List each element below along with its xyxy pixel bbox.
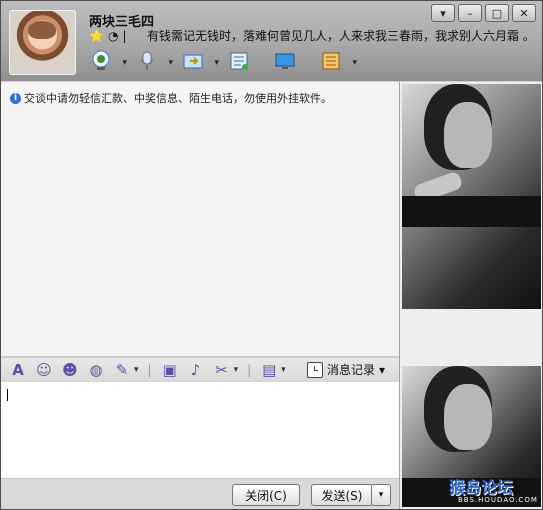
contact-avatar[interactable] [9,10,76,75]
contact-photo-top [402,84,541,309]
safety-notice-text: 交谈中请勿轻信汇款、中奖信息、陌生电话，勿使用外挂软件。 [24,92,332,105]
list-button[interactable] [225,47,253,75]
bottom-bar: 关闭(C) 发送(S) ▾ [1,478,399,509]
folder-send-icon [183,54,203,69]
message-history-button[interactable]: 消息记录 ▾ [306,361,385,378]
briefcase-dropdown[interactable]: ▾ [281,365,286,375]
app-box-icon [322,52,340,70]
microphone-icon [140,51,154,70]
webcam-icon [92,50,110,70]
briefcase-icon[interactable]: ▤ [260,361,278,379]
webcam-button[interactable]: ▾ [87,47,127,75]
info-icon: i [10,92,21,104]
scissors-dropdown[interactable]: ▾ [234,365,239,375]
title-bar: 两块三毛四 ⭐ ◔ | 有钱需记无钱时，落难何曾见几人，人来求我三春雨，我求别人… [1,1,542,81]
menu-button[interactable]: ▾ [431,4,455,22]
divider: | [122,29,127,43]
image-icon[interactable]: ▣ [161,361,179,379]
scissors-icon[interactable]: ✂ [213,361,231,379]
app-box-dropdown[interactable]: ▾ [352,58,357,68]
contact-photo-panel: 猴岛论坛 BBS.HOUDAO.COM [399,82,542,509]
toolbar-separator: | [147,363,152,377]
toolbar-separator: | [247,363,252,377]
chat-window: 两块三毛四 ⭐ ◔ | 有钱需记无钱时，落难何曾见几人，人来求我三春雨，我求别人… [0,0,543,510]
remote-desktop-button[interactable] [271,47,299,75]
compose-toolbar: A ☺ ☻ ◍ ✎ ▾ | ▣ ♪ ✂ ▾ | ▤ ▾ 消息记录 ▾ [1,357,399,383]
send-options-button[interactable]: ▾ [371,484,391,506]
maximize-button[interactable]: □ [485,4,509,22]
minimize-button[interactable]: – [458,4,482,22]
music-icon[interactable]: ♪ [187,361,205,379]
handwriting-dropdown[interactable]: ▾ [134,365,139,375]
message-input[interactable] [1,382,399,478]
microphone-dropdown[interactable]: ▾ [168,58,173,68]
close-button[interactable]: 关闭(C) [232,484,300,506]
star-icon: ⭐ [89,29,104,43]
history-clock-icon [306,361,323,378]
magic-emoji-icon[interactable]: ☻ [61,361,79,379]
message-history-label: 消息记录 [326,363,375,377]
send-file-dropdown[interactable]: ▾ [214,58,219,68]
remote-desktop-icon [275,53,295,69]
contact-name: 两块三毛四 [89,15,155,30]
watermark-logo: 猴岛论坛 [449,478,514,497]
message-history[interactable]: i 交谈中请勿轻信汇款、中奖信息、陌生电话，勿使用外挂软件。 [1,82,399,356]
send-file-button[interactable]: ▾ [179,47,219,75]
vibrate-icon[interactable]: ◍ [87,361,105,379]
list-icon [230,52,248,70]
qq-status-icon: ◔ [107,29,119,43]
handwriting-icon[interactable]: ✎ [113,361,131,379]
text-cursor [7,389,8,401]
close-window-button[interactable]: ✕ [512,4,536,22]
chat-toolbar: ▾ ▾ ▾ ▾ [87,46,357,76]
microphone-button[interactable]: ▾ [133,47,173,75]
compose-toolbar-icons: A ☺ ☻ ◍ ✎ ▾ | ▣ ♪ ✂ ▾ | ▤ ▾ [9,361,286,379]
font-icon[interactable]: A [9,361,27,379]
contact-signature: 有钱需记无钱时，落难何曾见几人，人来求我三春雨，我求别人六月霜 。 [147,29,535,43]
webcam-dropdown[interactable]: ▾ [122,58,127,68]
window-controls: ▾ – □ ✕ [431,4,536,22]
app-box-button[interactable]: ▾ [317,47,357,75]
emoji-icon[interactable]: ☺ [35,361,53,379]
safety-notice: i 交谈中请勿轻信汇款、中奖信息、陌生电话，勿使用外挂软件。 [10,90,332,106]
message-history-dropdown-icon: ▾ [378,362,385,377]
watermark-url: BBS.HOUDAO.COM [458,496,538,504]
send-button[interactable]: 发送(S) [311,484,373,506]
contact-status: ⭐ ◔ | [89,29,126,43]
